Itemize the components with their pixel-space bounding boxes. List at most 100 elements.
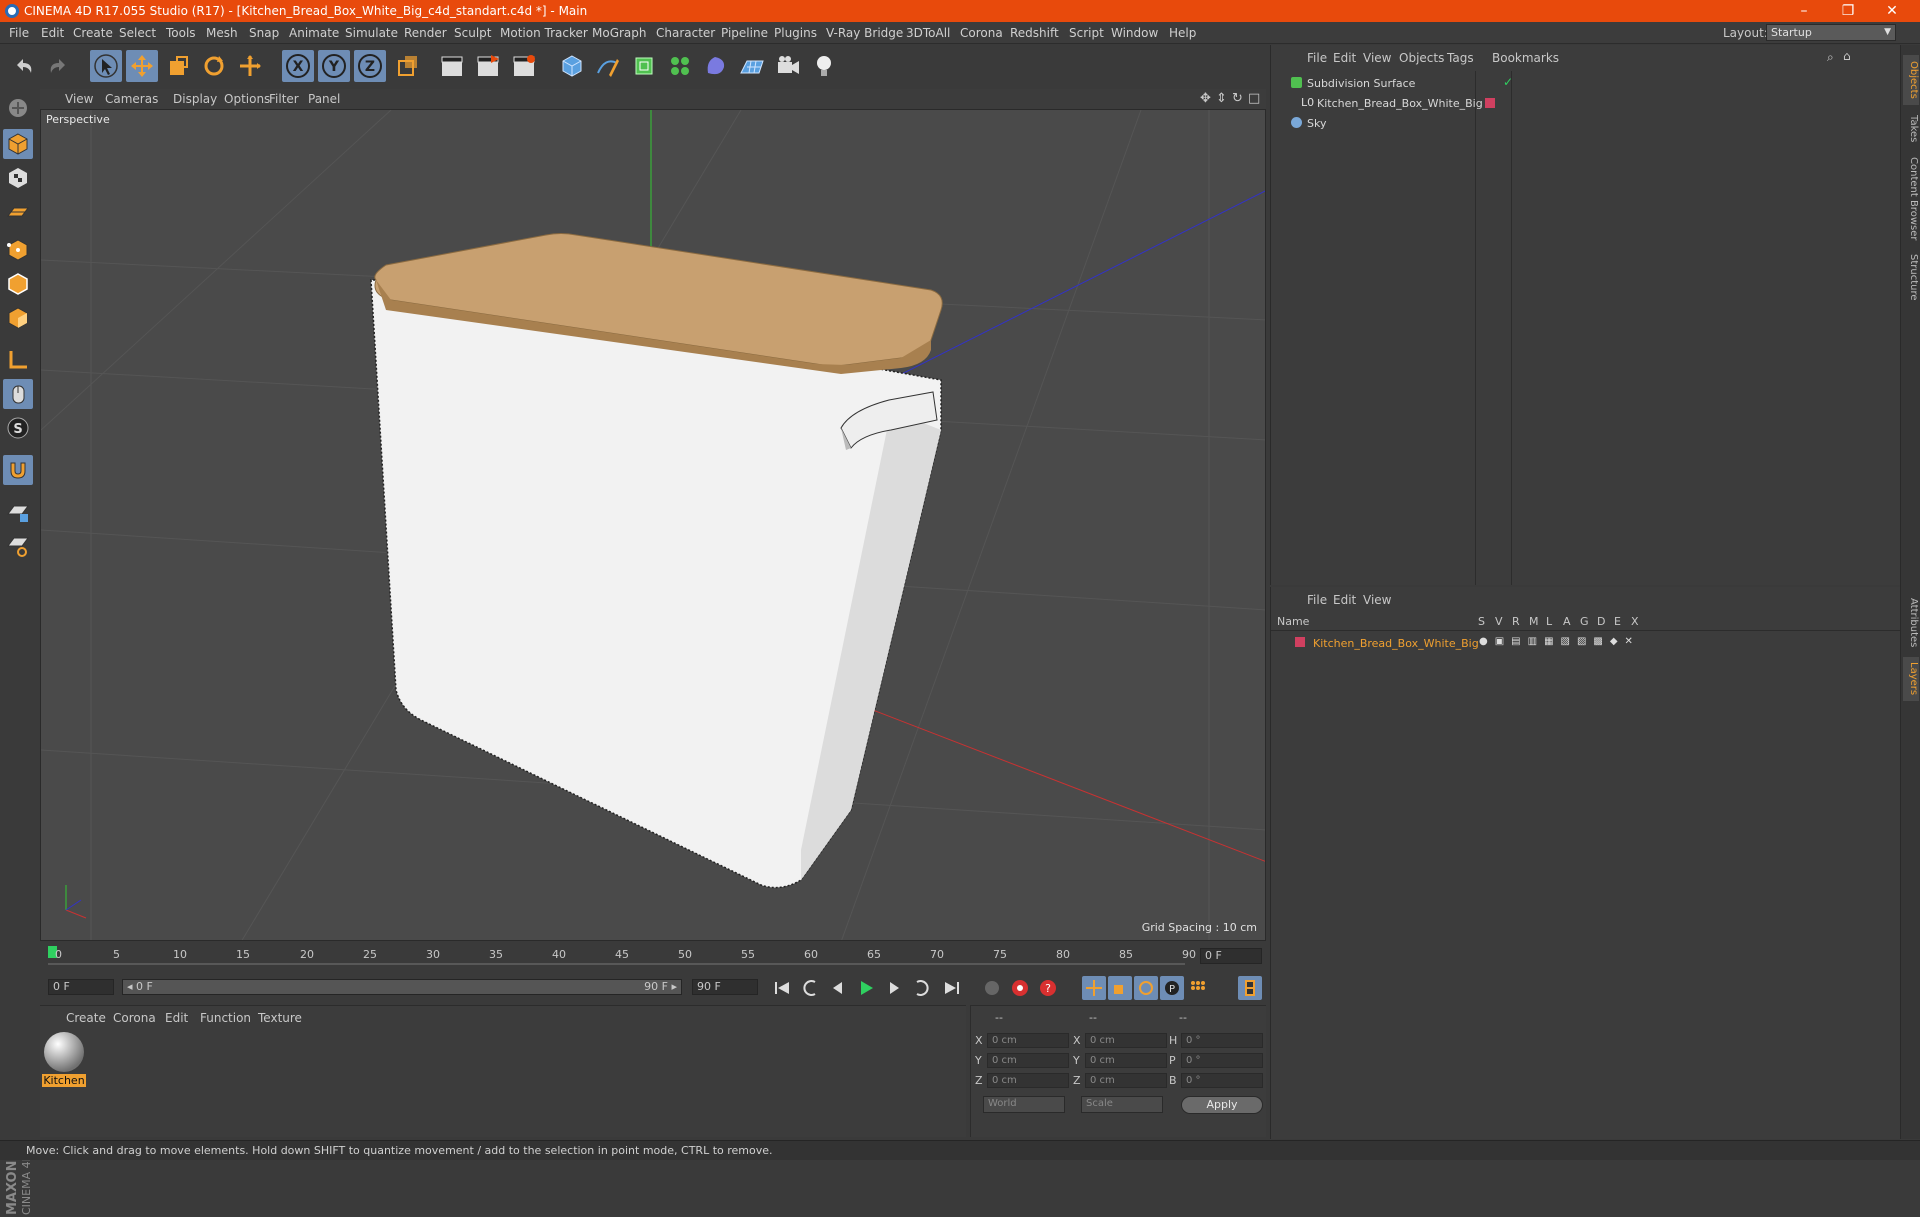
add-light-button[interactable]	[808, 50, 840, 82]
viewport-menu-options[interactable]: Options	[224, 92, 270, 106]
viewport-menu-panel[interactable]: Panel	[308, 92, 340, 106]
menu-character[interactable]: Character	[656, 26, 715, 40]
add-floor-button[interactable]	[736, 50, 768, 82]
menu-window[interactable]: Window	[1111, 26, 1158, 40]
key-position-button[interactable]	[1082, 976, 1106, 1000]
viewport-menu-cameras[interactable]: Cameras	[105, 92, 158, 106]
rot-h-field[interactable]: 0 °	[1181, 1033, 1263, 1048]
object-row-subdivision-surface[interactable]: Subdivision Surface ✓	[1273, 73, 1893, 93]
viewport-move-icon[interactable]: ✥	[1200, 91, 1211, 106]
menu-select[interactable]: Select	[119, 26, 156, 40]
add-cube-button[interactable]	[556, 50, 588, 82]
apply-button[interactable]: Apply	[1181, 1096, 1263, 1114]
menu-tools[interactable]: Tools	[166, 26, 196, 40]
texture-mode-button[interactable]	[3, 163, 33, 193]
menu-mesh[interactable]: Mesh	[206, 26, 238, 40]
material-thumbnail[interactable]: Kitchen	[42, 1030, 86, 1088]
model-mode-button[interactable]	[3, 129, 33, 159]
menu-pipeline[interactable]: Pipeline	[721, 26, 768, 40]
menu-3dtoall[interactable]: 3DToAll	[906, 26, 950, 40]
objects-menu-file[interactable]: File	[1307, 51, 1327, 65]
objects-menu-view[interactable]: View	[1363, 51, 1391, 65]
size-y-field[interactable]: 0 cm	[1085, 1053, 1167, 1068]
menu-edit[interactable]: Edit	[41, 26, 64, 40]
viewport-menu-filter[interactable]: Filter	[269, 92, 299, 106]
motion-path-button[interactable]	[980, 976, 1004, 1000]
add-generator-button[interactable]	[628, 50, 660, 82]
layers-menu-view[interactable]: View	[1363, 593, 1391, 607]
auto-key-button[interactable]: ?	[1036, 976, 1060, 1000]
menu-render[interactable]: Render	[404, 26, 447, 40]
current-frame-field[interactable]: 0 F	[1200, 948, 1262, 964]
coordinate-system-button[interactable]	[392, 50, 424, 82]
home-icon[interactable]: ⌂	[1843, 49, 1851, 63]
move-tool-button[interactable]	[126, 50, 158, 82]
menu-motion-tracker[interactable]: Motion Tracker	[500, 26, 588, 40]
workplane-rotate-button[interactable]	[3, 531, 33, 561]
pos-z-field[interactable]: 0 cm	[987, 1073, 1069, 1088]
objects-menu-bookmarks[interactable]: Bookmarks	[1492, 51, 1559, 65]
end-frame-field[interactable]: 90 F	[692, 979, 758, 995]
close-button[interactable]: ✕	[1872, 1, 1912, 21]
pos-y-field[interactable]: 0 cm	[987, 1053, 1069, 1068]
layers-menu-file[interactable]: File	[1307, 593, 1327, 607]
menu-script[interactable]: Script	[1069, 26, 1104, 40]
timeline-window-button[interactable]	[1238, 976, 1262, 1000]
key-scale-button[interactable]	[1108, 976, 1132, 1000]
menu-corona[interactable]: Corona	[960, 26, 1003, 40]
menu-sculpt[interactable]: Sculpt	[454, 26, 491, 40]
tab-takes[interactable]: Takes	[1903, 109, 1919, 149]
next-key-button[interactable]	[910, 976, 934, 1000]
live-selection-button[interactable]	[90, 50, 122, 82]
previous-key-button[interactable]	[798, 976, 822, 1000]
tab-structure[interactable]: Structure	[1903, 249, 1919, 305]
render-to-picture-viewer-button[interactable]	[472, 50, 504, 82]
lock-workplane-button[interactable]	[3, 497, 33, 527]
play-button[interactable]	[854, 976, 878, 1000]
layer-toggle-icons[interactable]: ●▣▤▥▦▧▨▩◆✕	[1479, 636, 1640, 647]
menu-redshift[interactable]: Redshift	[1010, 26, 1059, 40]
z-axis-lock-button[interactable]: Z	[354, 50, 386, 82]
start-frame-field[interactable]: 0 F	[48, 979, 114, 995]
material-menu-texture[interactable]: Texture	[258, 1011, 302, 1025]
next-frame-button[interactable]	[882, 976, 906, 1000]
rot-p-field[interactable]: 0 °	[1181, 1053, 1263, 1068]
magnet-button[interactable]	[3, 455, 33, 485]
rotate-tool-button[interactable]	[198, 50, 230, 82]
layer-color-swatch[interactable]	[1295, 637, 1305, 647]
material-menu-create[interactable]: Create	[66, 1011, 106, 1025]
menu-file[interactable]: File	[9, 26, 29, 40]
perspective-viewport[interactable]: Perspective Grid Spacing : 10 cm	[40, 109, 1266, 941]
material-menu-function[interactable]: Function	[200, 1011, 251, 1025]
tab-attributes[interactable]: Attributes	[1903, 593, 1919, 653]
go-to-start-button[interactable]	[770, 976, 794, 1000]
transform-tool-button[interactable]	[234, 50, 266, 82]
objects-menu-objects[interactable]: Objects	[1399, 51, 1444, 65]
tweak-mode-button[interactable]	[3, 379, 33, 409]
scale-tool-button[interactable]	[162, 50, 194, 82]
size-x-field[interactable]: 0 cm	[1085, 1033, 1167, 1048]
tab-content-browser[interactable]: Content Browser	[1903, 153, 1919, 245]
points-mode-button[interactable]	[3, 235, 33, 265]
add-mograph-cloner-button[interactable]	[664, 50, 696, 82]
menu-snap[interactable]: Snap	[249, 26, 279, 40]
add-deformer-button[interactable]	[700, 50, 732, 82]
material-menu-edit[interactable]: Edit	[165, 1011, 188, 1025]
redo-button[interactable]	[42, 50, 74, 82]
polygons-mode-button[interactable]	[3, 303, 33, 333]
y-axis-lock-button[interactable]: Y	[318, 50, 350, 82]
pos-x-field[interactable]: 0 cm	[987, 1033, 1069, 1048]
x-axis-lock-button[interactable]: X	[282, 50, 314, 82]
tab-layers[interactable]: Layers	[1903, 657, 1919, 701]
viewport-zoom-icon[interactable]: ⇕	[1216, 91, 1227, 106]
rot-b-field[interactable]: 0 °	[1181, 1073, 1263, 1088]
undo-button[interactable]	[8, 50, 40, 82]
key-pla-button[interactable]	[1186, 976, 1210, 1000]
previous-frame-button[interactable]	[826, 976, 850, 1000]
menu-simulate[interactable]: Simulate	[345, 26, 398, 40]
add-spline-pen-button[interactable]	[592, 50, 624, 82]
viewport-menu-display[interactable]: Display	[173, 92, 217, 106]
menu-help[interactable]: Help	[1169, 26, 1196, 40]
objects-menu-tags[interactable]: Tags	[1447, 51, 1474, 65]
viewport-maximize-icon[interactable]: □	[1248, 91, 1260, 106]
